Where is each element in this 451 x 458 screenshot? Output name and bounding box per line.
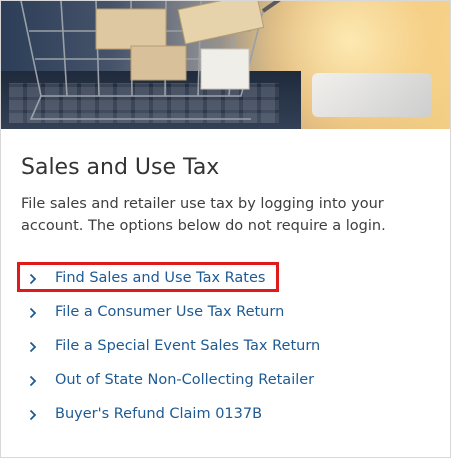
- link-label[interactable]: Buyer's Refund Claim 0137B: [55, 406, 262, 422]
- link-find-sales-use-tax-rates[interactable]: Find Sales and Use Tax Rates: [17, 261, 432, 295]
- hero-image-shopping-cart: [1, 1, 450, 129]
- link-label[interactable]: Find Sales and Use Tax Rates: [55, 270, 265, 286]
- sales-use-tax-card: Sales and Use Tax File sales and retaile…: [0, 0, 451, 458]
- link-file-special-event-sales-tax-return[interactable]: File a Special Event Sales Tax Return: [21, 329, 432, 363]
- chevron-right-icon: [29, 261, 41, 295]
- shopping-cart-icon: [20, 1, 281, 120]
- link-file-consumer-use-tax-return[interactable]: File a Consumer Use Tax Return: [21, 295, 432, 329]
- link-label[interactable]: File a Consumer Use Tax Return: [55, 304, 284, 320]
- link-out-of-state-non-collecting-retailer[interactable]: Out of State Non-Collecting Retailer: [21, 363, 432, 397]
- link-buyers-refund-claim[interactable]: Buyer's Refund Claim 0137B: [21, 397, 432, 431]
- quick-links-list: Find Sales and Use Tax Rates File a Cons…: [17, 261, 432, 431]
- section-description: File sales and retailer use tax by loggi…: [21, 196, 386, 234]
- link-label[interactable]: File a Special Event Sales Tax Return: [55, 338, 320, 354]
- hero-credit-card: [312, 73, 432, 117]
- chevron-right-icon: [29, 329, 41, 363]
- chevron-right-icon: [29, 363, 41, 397]
- chevron-right-icon: [29, 397, 41, 431]
- link-label[interactable]: Out of State Non-Collecting Retailer: [55, 372, 314, 388]
- page-title: Sales and Use Tax: [21, 155, 220, 180]
- chevron-right-icon: [29, 295, 41, 329]
- content: Sales and Use Tax File sales and retaile…: [1, 153, 450, 431]
